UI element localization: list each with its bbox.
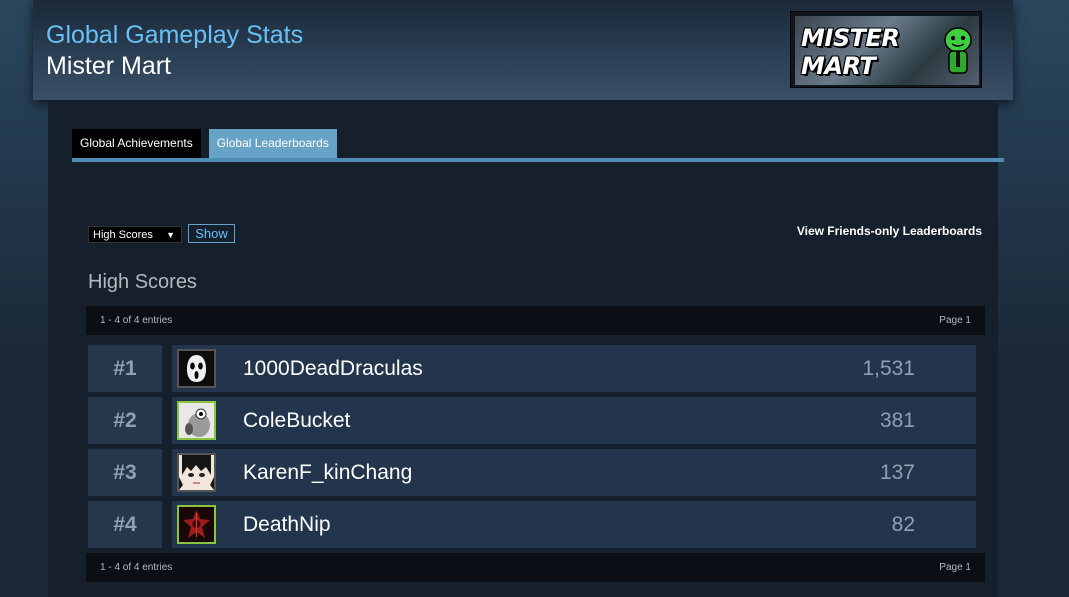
page-indicator: Page 1 [939,315,971,326]
page-title: Global Gameplay Stats [46,21,304,49]
page-header: Global Gameplay Stats Mister Mart MISTER… [33,0,1013,100]
player-entry: ColeBucket 381 [172,397,976,444]
leaderboard-row: #3 KarenF_kinChang 137 [88,449,976,496]
entries-count: 1 - 4 of 4 entries [100,315,173,326]
game-name[interactable]: Mister Mart [46,52,171,81]
player-name[interactable]: KarenF_kinChang [243,449,412,496]
stats-tabs: Global Achievements Global Leaderboards [72,129,345,159]
red-emblem-avatar[interactable] [177,505,216,544]
page-indicator: Page 1 [939,562,971,573]
player-entry: KarenF_kinChang 137 [172,449,976,496]
rank-label: #4 [88,501,162,548]
tab-global-leaderboards[interactable]: Global Leaderboards [208,129,337,158]
player-name[interactable]: ColeBucket [243,397,350,444]
entries-count: 1 - 4 of 4 entries [100,562,173,573]
rank-label: #2 [88,397,162,444]
green-mascot-icon [944,27,972,74]
stats-content-panel: Global Achievements Global Leaderboards … [48,100,1004,597]
rank-label: #1 [88,345,162,392]
dropdown-arrow-icon: ▼ [166,230,175,240]
entries-bar-top: 1 - 4 of 4 entries Page 1 [86,306,985,335]
tab-global-achievements[interactable]: Global Achievements [72,129,201,158]
player-score: 137 [879,461,915,484]
game-logo[interactable]: MISTER MART [790,11,982,88]
player-score: 381 [879,409,915,432]
leaderboard-row: #4 DeathNip 82 [88,501,976,548]
leaderboard-row: #2 ColeBucket 381 [88,397,976,444]
leaderboard-select[interactable]: High Scores ▼ [88,226,182,243]
leaderboard-select-value: High Scores [93,229,153,241]
player-name[interactable]: DeathNip [243,501,331,548]
player-score: 1,531 [862,357,915,380]
player-name[interactable]: 1000DeadDraculas [243,345,423,392]
cartoon-animal-avatar[interactable] [177,401,216,440]
player-score: 82 [891,513,915,536]
friends-only-leaderboards-link[interactable]: View Friends-only Leaderboards [797,224,982,238]
player-entry: 1000DeadDraculas 1,531 [172,345,976,392]
entries-bar-bottom: 1 - 4 of 4 entries Page 1 [86,553,985,582]
rank-label: #3 [88,449,162,496]
show-button[interactable]: Show [188,224,235,243]
leaderboard-title: High Scores [88,271,197,293]
player-entry: DeathNip 82 [172,501,976,548]
tab-underline [72,158,1004,162]
leaderboard-row: #1 1000DeadDraculas 1,531 [88,345,976,392]
anime-face-avatar[interactable] [177,453,216,492]
ghost-mask-avatar[interactable] [177,349,216,388]
